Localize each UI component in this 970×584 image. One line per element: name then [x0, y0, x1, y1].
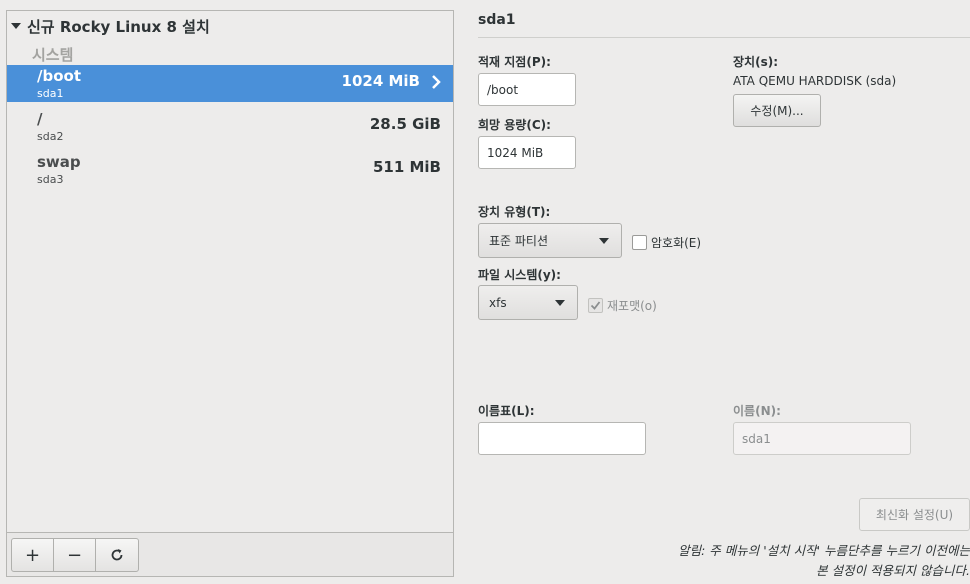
mount-path: / [37, 110, 43, 128]
mount-points-pane: 신규 Rocky Linux 8 설치 시스템 /boot sda1 1024 … [6, 10, 454, 577]
checkmark-icon [590, 301, 601, 310]
encrypt-checkbox[interactable] [632, 235, 647, 250]
mount-item-boot[interactable]: /boot sda1 1024 MiB [7, 65, 453, 102]
mount-path: swap [37, 153, 81, 171]
installation-title: 신규 Rocky Linux 8 설치 [27, 17, 210, 36]
devices-value: ATA QEMU HARDDISK (sda) [733, 74, 897, 88]
mount-size: 511 MiB [372, 158, 441, 176]
notice-line-2: 본 설정이 적용되지 않습니다. [816, 563, 970, 578]
name-input[interactable] [733, 422, 911, 455]
encrypt-label: 암호화(E) [651, 236, 702, 250]
reformat-checkbox[interactable] [588, 298, 603, 313]
device-type-label: 장치 유형(T): [478, 205, 551, 219]
device-type-value: 표준 파티션 [489, 234, 549, 248]
filesystem-label: 파일 시스템(y): [478, 268, 561, 282]
dropdown-arrow-icon [555, 300, 565, 306]
dropdown-arrow-icon [599, 238, 609, 244]
device-type-combo[interactable]: 표준 파티션 [478, 223, 622, 258]
mount-device: sda1 [37, 87, 64, 100]
modify-button[interactable]: 수정(M)... [733, 94, 821, 127]
mount-toolbar: + − [7, 532, 453, 576]
chevron-right-icon [432, 75, 441, 89]
mount-button-group: + − [11, 538, 139, 572]
system-section-title: 시스템 [32, 46, 74, 64]
mount-path: /boot [37, 67, 81, 85]
refresh-button[interactable] [96, 539, 138, 571]
label-field-label: 이름표(L): [478, 404, 535, 418]
filesystem-combo[interactable]: xfs [478, 285, 578, 320]
devices-label: 장치(s): [733, 55, 778, 69]
reformat-option[interactable]: 재포맷(o) [588, 297, 657, 314]
mount-device: sda3 [37, 173, 64, 186]
filesystem-value: xfs [489, 295, 507, 310]
capacity-input[interactable] [478, 136, 576, 169]
mount-item-root[interactable]: / sda2 28.5 GiB [7, 108, 453, 145]
name-field-label: 이름(N): [733, 404, 781, 418]
header-divider [478, 37, 970, 38]
label-input[interactable] [478, 422, 646, 455]
remove-mount-button[interactable]: − [54, 539, 96, 571]
add-mount-button[interactable]: + [12, 539, 54, 571]
mount-size: 1024 MiB [341, 72, 420, 90]
expand-arrow-icon[interactable] [11, 23, 21, 29]
installation-header[interactable]: 신규 Rocky Linux 8 설치 [11, 15, 210, 37]
encrypt-option[interactable]: 암호화(E) [632, 234, 701, 251]
capacity-label: 희망 용량(C): [478, 118, 551, 132]
mount-device: sda2 [37, 130, 64, 143]
update-settings-button[interactable]: 최신화 설정(U) [859, 498, 970, 531]
reformat-label: 재포맷(o) [607, 299, 657, 313]
mount-point-label: 적재 지점(P): [478, 55, 551, 69]
mount-point-list: /boot sda1 1024 MiB / sda2 28.5 GiB swap… [7, 65, 453, 194]
refresh-icon [111, 549, 123, 561]
mount-size: 28.5 GiB [369, 115, 441, 133]
partition-title: sda1 [478, 12, 516, 28]
notice-line-1: 알림: 주 메뉴의 '설치 시작' 누름단추를 누르기 이전에는 [678, 543, 970, 558]
mount-item-swap[interactable]: swap sda3 511 MiB [7, 151, 453, 188]
mount-point-input[interactable] [478, 73, 576, 106]
